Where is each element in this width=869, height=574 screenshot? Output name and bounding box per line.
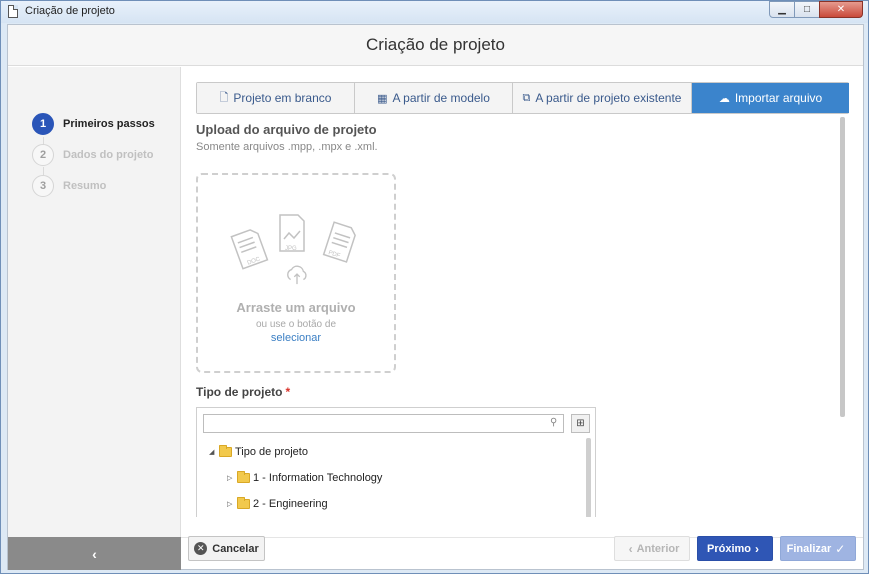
folder-icon bbox=[219, 445, 232, 457]
next-button[interactable]: Próximo › bbox=[697, 536, 773, 561]
close-button[interactable]: ✕ bbox=[819, 1, 863, 18]
search-icon: ⚲ bbox=[550, 417, 558, 428]
document-icon bbox=[8, 5, 18, 18]
collapsed-arrow-icon[interactable]: ▷ bbox=[227, 500, 237, 508]
wizard-dialog: Criação de projeto 1 Primeiros passos 2 … bbox=[7, 24, 864, 570]
cancel-label: Cancelar bbox=[212, 542, 259, 555]
step-3[interactable]: 3 Resumo bbox=[32, 175, 106, 197]
drop-hint: ou use o botão de bbox=[255, 319, 337, 330]
step-2[interactable]: 2 Dados do projeto bbox=[32, 144, 153, 166]
cancel-icon: ✕ bbox=[194, 542, 208, 555]
dialog-header: Criação de projeto bbox=[8, 25, 863, 66]
step-label: Resumo bbox=[63, 180, 107, 192]
tab-blank-project[interactable]: 🗋 Projeto em branco bbox=[197, 83, 355, 113]
step-number: 1 bbox=[32, 113, 54, 135]
minimize-button[interactable]: ▁ bbox=[769, 1, 795, 18]
select-file-link[interactable]: selecionar bbox=[198, 332, 394, 344]
tree-node-information-technology[interactable]: ▷ 1 - Information Technology bbox=[227, 471, 383, 484]
folder-icon bbox=[237, 471, 250, 483]
tree-node-root[interactable]: ◢ Tipo de projeto bbox=[209, 445, 308, 458]
previous-button[interactable]: ‹ Anterior bbox=[614, 536, 690, 561]
hierarchy-icon: ⊞ bbox=[576, 418, 585, 429]
file-types-icon: DOC JPG PDF bbox=[230, 214, 356, 270]
upload-subtitle: Somente arquivos .mpp, .mpx e .xml. bbox=[196, 141, 378, 153]
step-label: Dados do projeto bbox=[63, 149, 154, 161]
title-bar: Criação de projeto ▁ □ ✕ bbox=[1, 1, 868, 23]
tab-label: Importar arquivo bbox=[734, 91, 823, 105]
window-title: Criação de projeto bbox=[25, 5, 115, 17]
tree-scrollbar[interactable] bbox=[586, 438, 591, 517]
cloud-upload-icon: ☁ bbox=[718, 92, 730, 105]
tab-from-existing-project[interactable]: ⧉ A partir de projeto existente bbox=[513, 83, 692, 113]
tree-search-input[interactable] bbox=[203, 414, 564, 433]
application-window: Criação de projeto ▁ □ ✕ Criação de proj… bbox=[0, 0, 869, 574]
tree-node-label: 2 - Engineering bbox=[253, 498, 328, 510]
creation-mode-tabs: 🗋 Projeto em branco ▦ A partir de modelo… bbox=[196, 82, 849, 114]
tree-node-label: 1 - Information Technology bbox=[253, 472, 383, 484]
folder-icon bbox=[237, 497, 250, 509]
cancel-button[interactable]: ✕ Cancelar bbox=[188, 536, 265, 561]
upload-title: Upload do arquivo de projeto bbox=[196, 122, 377, 137]
copy-icon: ⧉ bbox=[522, 91, 531, 104]
step-number: 2 bbox=[32, 144, 54, 166]
file-dropzone[interactable]: DOC JPG PDF Arraste um arquivo ou use o … bbox=[196, 173, 396, 373]
file-icon: 🗋 bbox=[219, 91, 229, 104]
check-icon: ✓ bbox=[835, 541, 846, 556]
drop-title: Arraste um arquivo bbox=[236, 300, 356, 315]
required-mark: * bbox=[285, 385, 291, 399]
steps-sidebar: 1 Primeiros passos 2 Dados do projeto 3 … bbox=[8, 67, 181, 537]
finish-button[interactable]: Finalizar ✓ bbox=[780, 536, 856, 561]
tab-label: Projeto em branco bbox=[233, 91, 332, 105]
next-label: Próximo bbox=[706, 542, 751, 555]
chevron-right-icon: › bbox=[755, 541, 759, 556]
expanded-arrow-icon[interactable]: ◢ bbox=[209, 448, 219, 456]
svg-text:JPG: JPG bbox=[285, 246, 297, 252]
tree-node-label: Tipo de projeto bbox=[235, 446, 308, 458]
collapse-sidebar-button[interactable]: ‹ bbox=[8, 537, 181, 570]
step-number: 3 bbox=[32, 175, 54, 197]
finish-label: Finalizar bbox=[786, 542, 832, 555]
step-connector bbox=[43, 167, 44, 175]
project-type-label: Tipo de projeto * bbox=[196, 385, 290, 399]
project-type-tree: ⚲ ⊞ ◢ Tipo de projeto ▷ 1 - Information … bbox=[196, 407, 596, 517]
tab-import-file[interactable]: ☁ Importar arquivo bbox=[692, 83, 849, 113]
collapsed-arrow-icon[interactable]: ▷ bbox=[227, 474, 237, 482]
chevron-left-icon: ‹ bbox=[92, 545, 97, 562]
content-scrollbar[interactable] bbox=[840, 117, 845, 417]
tree-expand-button[interactable]: ⊞ bbox=[571, 414, 590, 433]
maximize-button[interactable]: □ bbox=[794, 1, 820, 18]
tree-node-engineering[interactable]: ▷ 2 - Engineering bbox=[227, 497, 328, 510]
chevron-left-icon: ‹ bbox=[628, 541, 633, 556]
step-label: Primeiros passos bbox=[63, 118, 155, 130]
grid-icon: ▦ bbox=[377, 92, 388, 105]
dialog-title: Criação de projeto bbox=[366, 35, 505, 54]
tab-label: A partir de modelo bbox=[392, 91, 490, 105]
tab-from-template[interactable]: ▦ A partir de modelo bbox=[355, 83, 513, 113]
tab-label: A partir de projeto existente bbox=[535, 91, 682, 105]
previous-label: Anterior bbox=[636, 542, 680, 555]
project-type-label-text: Tipo de projeto bbox=[196, 385, 283, 399]
step-1[interactable]: 1 Primeiros passos bbox=[32, 113, 155, 135]
cloud-upload-icon bbox=[287, 265, 307, 285]
window-controls: ▁ □ ✕ bbox=[769, 1, 863, 18]
